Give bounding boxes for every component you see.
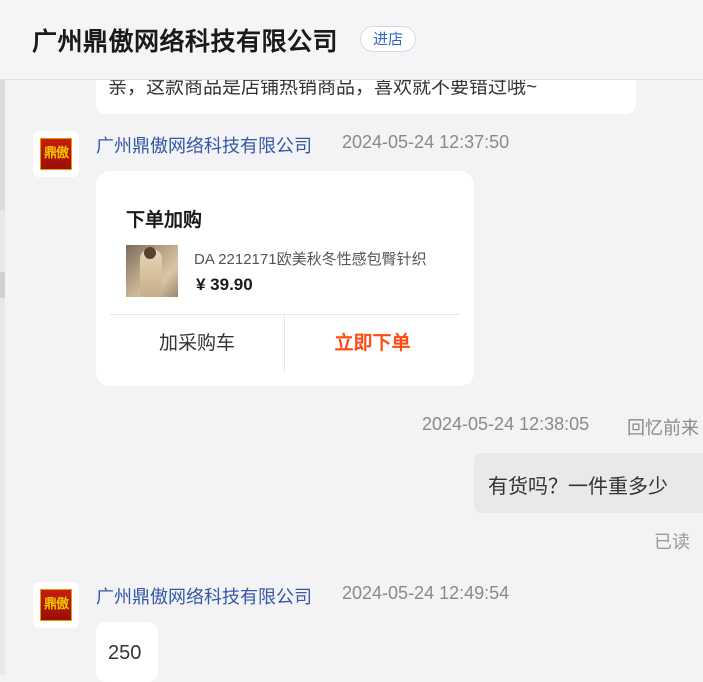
order-card: 下单加购 DA 2212171欧美秋冬性感包臀针织 ¥ 39.90 加采购车 立… <box>96 171 474 386</box>
shop-name: 广州鼎傲网络科技有限公司 <box>32 28 339 56</box>
message-text: 250 <box>108 642 142 664</box>
avatar[interactable]: 鼎傲 <box>33 582 79 628</box>
scrollbar-thumb[interactable] <box>0 80 5 210</box>
add-to-cart-button[interactable]: 加采购车 <box>110 315 284 373</box>
message-timestamp: 2024-05-24 12:49:54 <box>342 583 510 603</box>
avatar[interactable]: 鼎傲 <box>33 131 79 177</box>
read-status: 已读 <box>654 532 690 552</box>
enter-store-button[interactable]: 进店 <box>360 26 417 52</box>
product-image[interactable] <box>126 245 178 297</box>
shop-logo-icon: 鼎傲 <box>40 589 72 621</box>
product-figure-head <box>144 247 156 259</box>
product-price: ¥ 39.90 <box>196 275 253 294</box>
message-timestamp: 2024-05-24 12:38:05 <box>422 414 590 434</box>
panel-resize-handle[interactable] <box>0 272 5 298</box>
sender-name[interactable]: 广州鼎傲网络科技有限公司 <box>96 132 312 158</box>
card-title: 下单加购 <box>126 210 203 231</box>
message-timestamp: 2024-05-24 12:37:50 <box>342 132 510 152</box>
product-name[interactable]: DA 2212171欧美秋冬性感包臀针织 <box>194 248 444 269</box>
sender-name[interactable]: 广州鼎傲网络科技有限公司 <box>96 583 312 609</box>
order-now-button[interactable]: 立即下单 <box>285 315 460 373</box>
chat-header: 广州鼎傲网络科技有限公司 进店 <box>0 0 703 80</box>
shop-logo-icon: 鼎傲 <box>40 138 72 170</box>
user-name: 回忆前来 <box>627 418 699 438</box>
message-bubble: 250 <box>96 622 158 682</box>
message-text: 有货吗？一件重多少 <box>488 476 668 498</box>
my-message-bubble: 有货吗？一件重多少 <box>474 453 703 513</box>
